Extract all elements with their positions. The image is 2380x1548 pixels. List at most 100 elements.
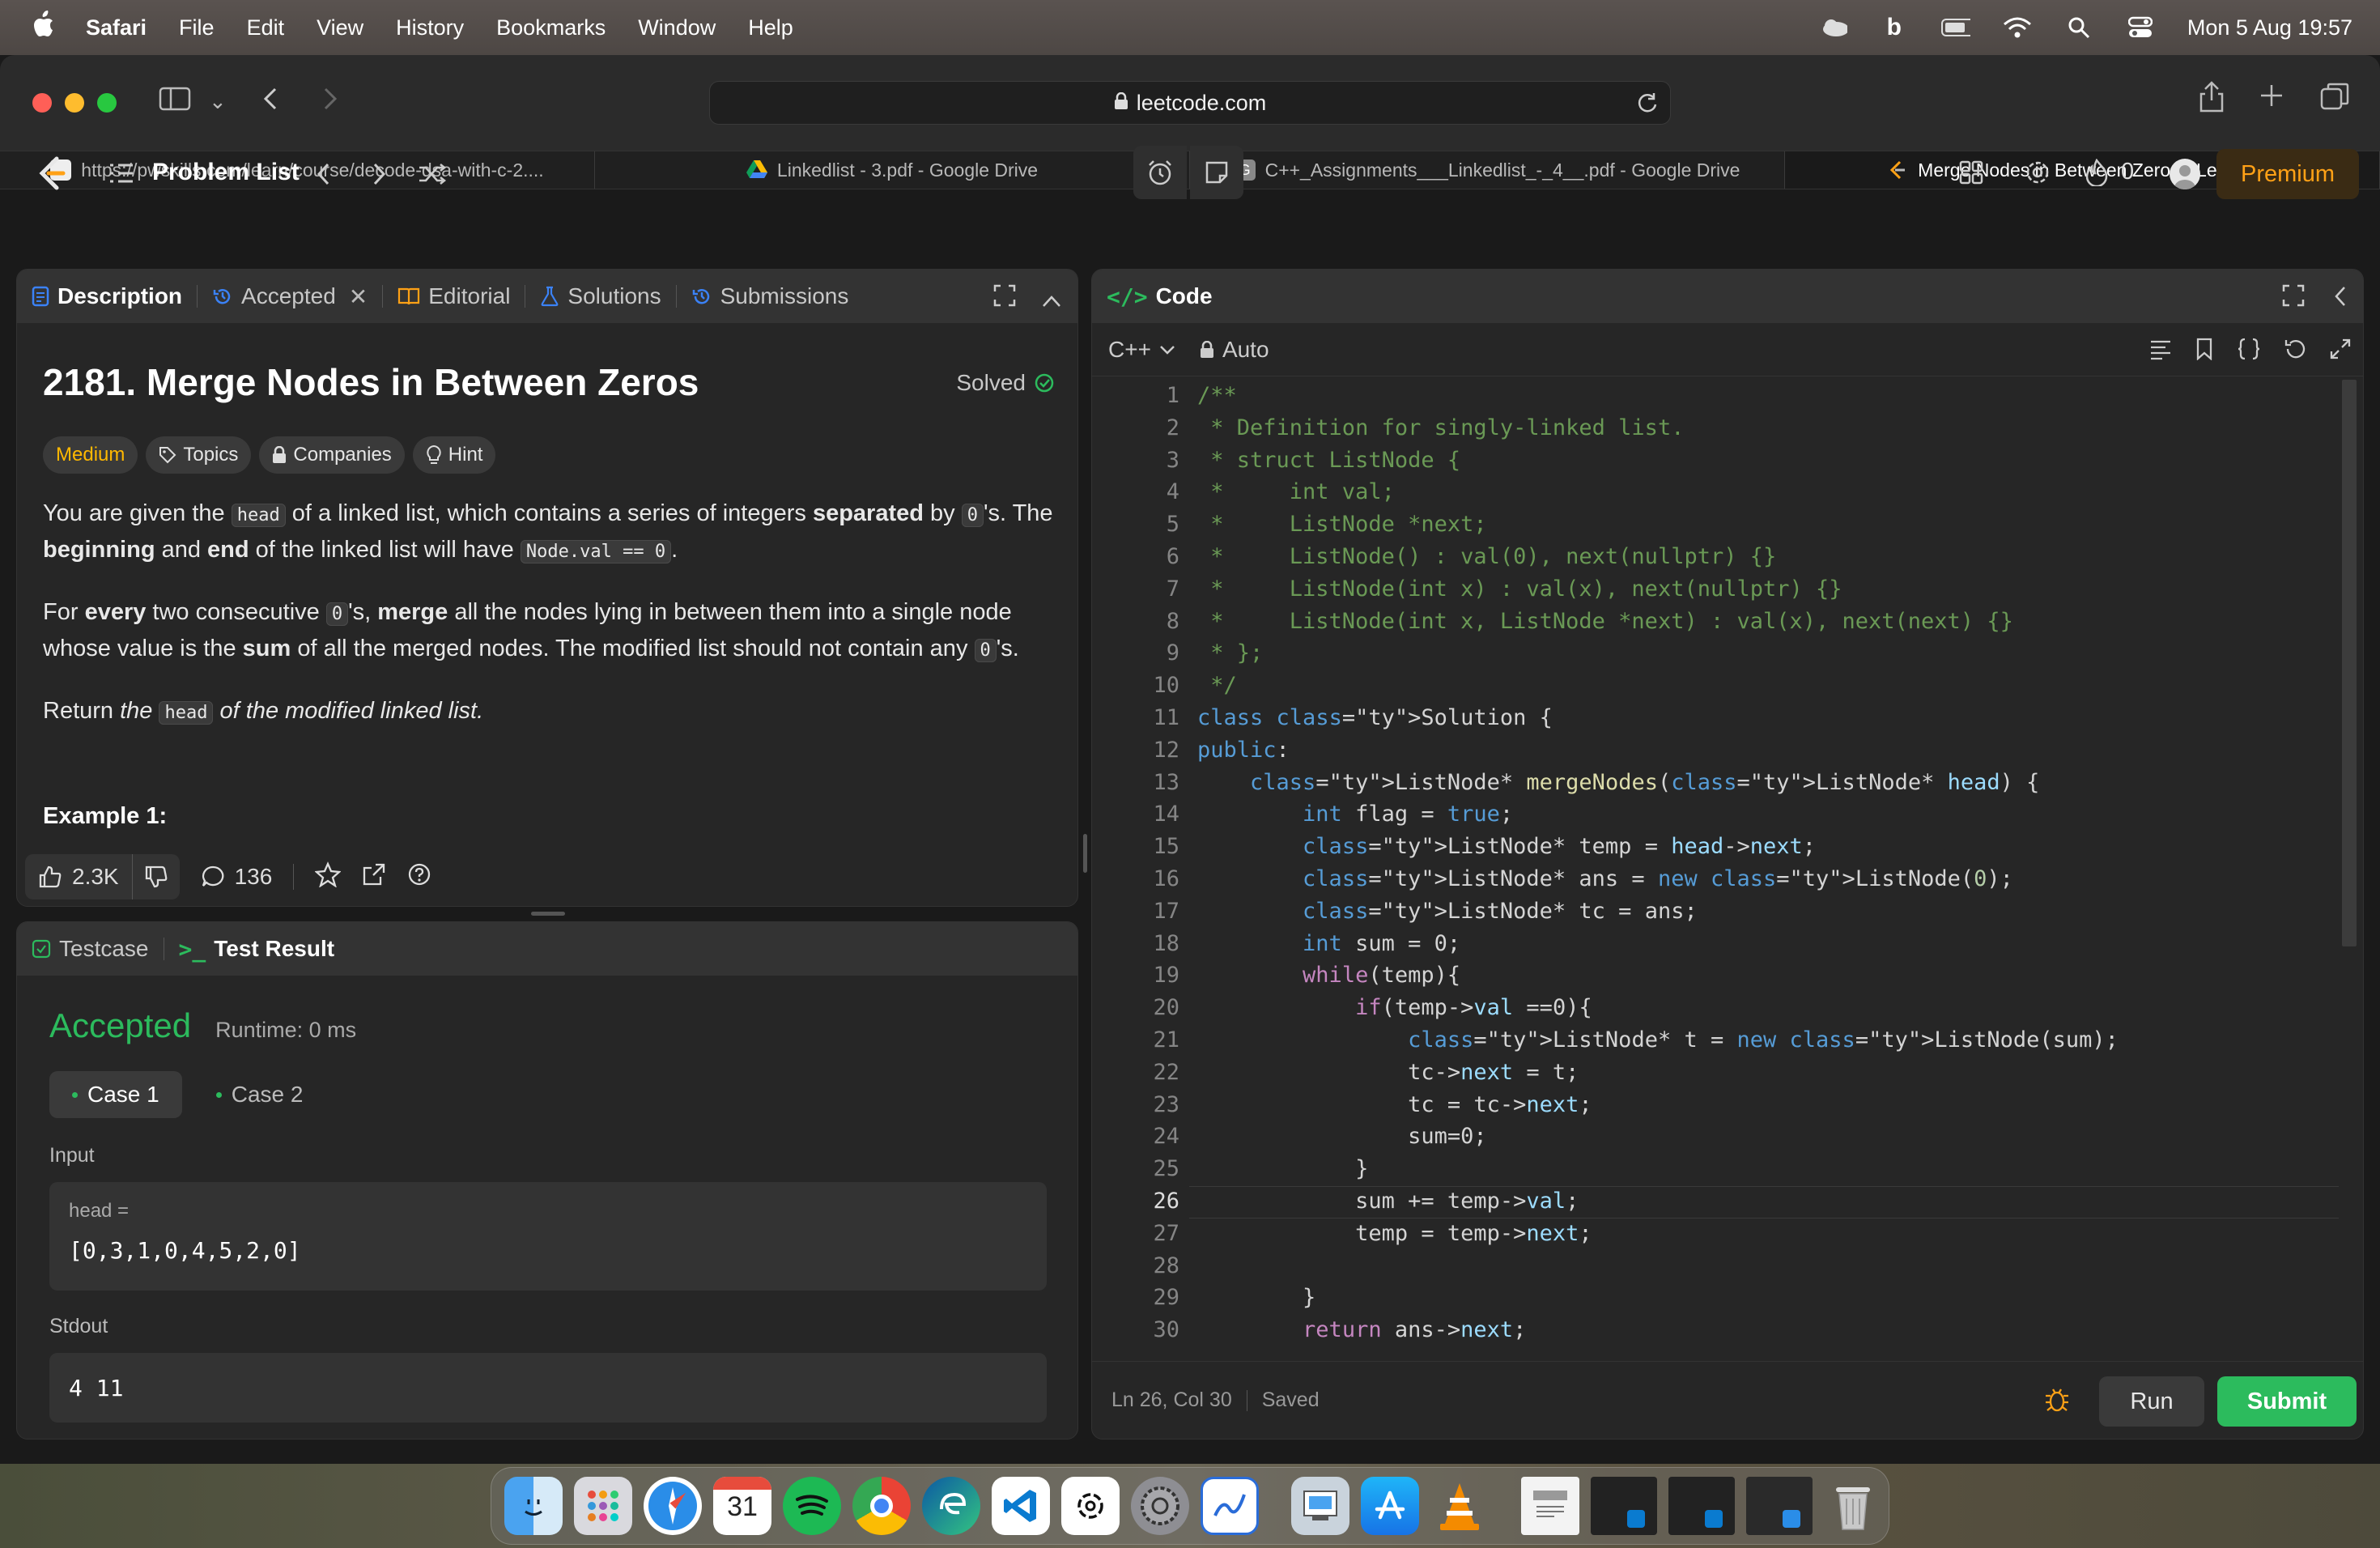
tab-test-result[interactable]: >_ Test Result	[164, 936, 350, 963]
user-avatar[interactable]	[2170, 159, 2200, 189]
share-icon[interactable]	[2199, 81, 2225, 121]
forward-arrow-icon[interactable]	[321, 86, 340, 119]
language-selector[interactable]: C++	[1108, 337, 1175, 363]
address-bar[interactable]: leetcode.com	[709, 81, 1671, 125]
format-code-icon[interactable]	[2149, 338, 2172, 366]
debug-bug-icon[interactable]	[2044, 1386, 2070, 1419]
like-button[interactable]: 2.3K	[25, 854, 133, 899]
case-tab-2[interactable]: Case 2	[193, 1071, 326, 1118]
curly-braces-icon[interactable]	[2237, 338, 2261, 366]
control-center-icon[interactable]	[2126, 15, 2155, 40]
menu-help[interactable]: Help	[748, 15, 793, 40]
tab-editorial[interactable]: Editorial	[383, 283, 525, 309]
leetcode-logo-icon[interactable]	[36, 155, 68, 197]
vlc-icon[interactable]	[1430, 1477, 1489, 1535]
problem-list-link[interactable]: Problem List	[152, 159, 300, 186]
layout-grid-icon[interactable]	[1959, 160, 1983, 189]
menu-bookmarks[interactable]: Bookmarks	[496, 15, 606, 40]
chrome-icon[interactable]	[852, 1477, 911, 1535]
bing-icon[interactable]: b	[1880, 14, 1909, 40]
trash-icon[interactable]	[1824, 1477, 1882, 1535]
vertical-resize-handle[interactable]	[531, 912, 565, 916]
new-tab-icon[interactable]	[2259, 83, 2284, 116]
reset-code-icon[interactable]	[2284, 338, 2306, 366]
editor-scrollbar[interactable]	[2342, 380, 2357, 946]
code-editor[interactable]: 1 /** 2 * Definition for singly-linked lis…	[1092, 380, 2363, 1361]
window-thumb-icon[interactable]	[1746, 1477, 1813, 1535]
finder-icon[interactable]	[504, 1477, 563, 1535]
calendar-icon[interactable]: 31	[713, 1477, 771, 1535]
share-link-icon[interactable]	[362, 862, 386, 892]
document-icon[interactable]	[1521, 1477, 1579, 1535]
expand-icon[interactable]	[2329, 338, 2352, 366]
auto-mode-toggle[interactable]: Auto	[1200, 337, 1269, 363]
launchpad-icon[interactable]	[574, 1477, 632, 1535]
hint-chip[interactable]: Hint	[412, 436, 496, 474]
notes-button[interactable]	[1190, 146, 1243, 199]
sidebar-toggle-icon[interactable]	[159, 86, 191, 119]
spotify-icon[interactable]	[783, 1477, 841, 1535]
prev-problem-icon[interactable]	[316, 162, 332, 190]
streak-fire-icon[interactable]	[2085, 158, 2108, 190]
minimize-window-button[interactable]	[65, 93, 84, 113]
tab-submissions[interactable]: Submissions	[677, 283, 864, 309]
bookmark-icon[interactable]	[2195, 338, 2214, 366]
premium-button[interactable]: Premium	[2216, 149, 2359, 199]
tab-testcase[interactable]: Testcase	[17, 936, 164, 962]
menu-clock[interactable]: Mon 5 Aug 19:57	[2187, 15, 2352, 40]
menu-edit[interactable]: Edit	[247, 15, 285, 40]
result-tabs: Testcase >_ Test Result	[17, 922, 1077, 976]
menu-file[interactable]: File	[179, 15, 215, 40]
back-arrow-icon[interactable]	[261, 86, 280, 119]
tab-description[interactable]: Description	[17, 283, 197, 309]
maximize-editor-icon[interactable]	[2282, 284, 2305, 313]
run-button[interactable]: Run	[2099, 1376, 2204, 1427]
menu-history[interactable]: History	[396, 15, 464, 40]
topics-chip[interactable]: Topics	[146, 436, 252, 474]
help-icon[interactable]	[407, 862, 431, 892]
chatgpt-icon[interactable]	[1061, 1477, 1120, 1535]
close-window-button[interactable]	[32, 93, 52, 113]
window-thumb-icon[interactable]	[1668, 1477, 1735, 1535]
tab-code[interactable]: </> Code	[1092, 283, 1227, 310]
chevron-down-icon[interactable]: ⌄	[209, 89, 227, 114]
settings-gear-icon[interactable]	[2024, 159, 2051, 190]
appstore-icon[interactable]	[1361, 1477, 1419, 1535]
collapse-editor-icon[interactable]	[2334, 286, 2347, 313]
window-thumb-icon[interactable]	[1591, 1477, 1657, 1535]
battery-icon[interactable]	[1940, 15, 1970, 40]
code-line: * };	[1197, 640, 1264, 666]
next-problem-icon[interactable]	[371, 162, 387, 190]
zoom-window-button[interactable]	[97, 93, 117, 113]
star-icon[interactable]	[314, 861, 342, 893]
comments-button[interactable]: 136	[201, 864, 272, 890]
menu-app-name[interactable]: Safari	[86, 15, 147, 40]
horizontal-resize-handle[interactable]	[1083, 834, 1087, 873]
problem-list-icon[interactable]	[108, 162, 134, 189]
safari-icon[interactable]	[644, 1477, 702, 1535]
close-tab-icon[interactable]: ✕	[349, 283, 368, 310]
wifi-icon[interactable]	[2003, 15, 2032, 40]
tab-solutions[interactable]: Solutions	[525, 283, 675, 309]
edge-icon[interactable]	[922, 1477, 980, 1535]
icloud-icon[interactable]	[1818, 15, 1847, 40]
shuffle-icon[interactable]	[418, 162, 447, 190]
companies-chip[interactable]: Companies	[259, 436, 405, 474]
vscode-icon[interactable]	[992, 1477, 1050, 1535]
apple-icon[interactable]	[31, 10, 63, 45]
reload-icon[interactable]	[1636, 91, 1659, 120]
collapse-panel-icon[interactable]	[1042, 287, 1061, 313]
settings-icon[interactable]	[1131, 1477, 1189, 1535]
case-tab-1[interactable]: Case 1	[49, 1071, 182, 1118]
submit-button[interactable]: Submit	[2217, 1376, 2357, 1427]
timer-button[interactable]	[1133, 146, 1187, 199]
menu-window[interactable]: Window	[638, 15, 716, 40]
tab-accepted[interactable]: Accepted ✕	[198, 283, 382, 310]
dislike-button[interactable]	[133, 865, 180, 889]
menu-view[interactable]: View	[317, 15, 363, 40]
tab-overview-icon[interactable]	[2320, 83, 2349, 117]
maximize-panel-icon[interactable]	[993, 284, 1016, 313]
preview-icon[interactable]	[1291, 1477, 1349, 1535]
freeform-icon[interactable]	[1201, 1477, 1259, 1535]
spotlight-search-icon[interactable]	[2064, 15, 2093, 40]
